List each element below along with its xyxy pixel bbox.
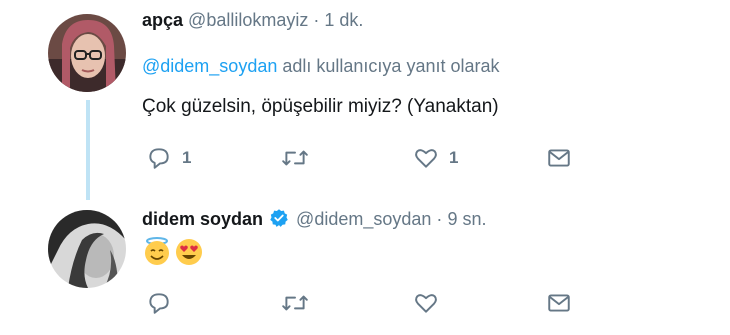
tweet-header: didem soydan @didem_soydan · 9 sn. [142,208,486,230]
reply-context: @didem_soydan adlı kullanıcıya yanıt ola… [142,56,500,77]
reply-count: 1 [182,148,192,167]
tweet-1[interactable]: apça @ballilokmayiz · 1 dk. @didem_soyda… [0,0,730,200]
heart-icon [415,294,437,313]
avatar[interactable] [48,14,126,92]
tweet-actions: 1 1 [146,145,730,175]
envelope-icon [548,294,570,312]
retweet-button[interactable] [281,145,319,171]
thread-connector-line [86,100,90,200]
separator-dot: · [313,10,320,30]
author-handle[interactable]: @ballilokmayiz [188,10,308,30]
reply-button[interactable] [146,290,182,316]
tweet-actions [146,290,730,320]
avatar-photo-icon [48,14,126,92]
retweet-button[interactable] [281,290,319,316]
tweet-emojis [142,236,204,266]
tweet-header: apça @ballilokmayiz · 1 dk. [142,10,363,31]
envelope-icon [548,149,570,167]
tweet-2[interactable]: didem soydan @didem_soydan · 9 sn. [0,200,730,335]
avatar-photo-icon [48,210,126,288]
separator-dot: · [436,209,443,229]
retweet-icon [282,150,308,166]
mention-link[interactable]: @didem_soydan [142,56,277,76]
direct-message-button[interactable] [546,145,572,171]
heart-icon [415,149,437,168]
author-name[interactable]: didem soydan [142,209,263,229]
direct-message-button[interactable] [546,290,572,316]
smiling-face-with-halo-icon [145,237,169,265]
reply-icon [149,293,169,314]
verified-badge-icon [270,209,288,227]
avatar[interactable] [48,210,126,288]
tweet-timestamp[interactable]: 1 dk. [324,10,363,30]
like-button[interactable] [413,290,449,316]
reply-button[interactable]: 1 [146,145,191,171]
author-name[interactable]: apça [142,10,183,30]
author-handle[interactable]: @didem_soydan [296,209,431,229]
like-count: 1 [449,148,459,167]
tweet-text: Çok güzelsin, öpüşebilir miyiz? (Yanakta… [142,96,499,117]
like-button[interactable]: 1 [413,145,458,171]
tweet-timestamp[interactable]: 9 sn. [447,209,486,229]
retweet-icon [282,295,308,311]
heart-eyes-icon [176,239,202,265]
reply-icon [149,148,169,169]
reply-context-text: adlı kullanıcıya yanıt olarak [282,56,500,76]
